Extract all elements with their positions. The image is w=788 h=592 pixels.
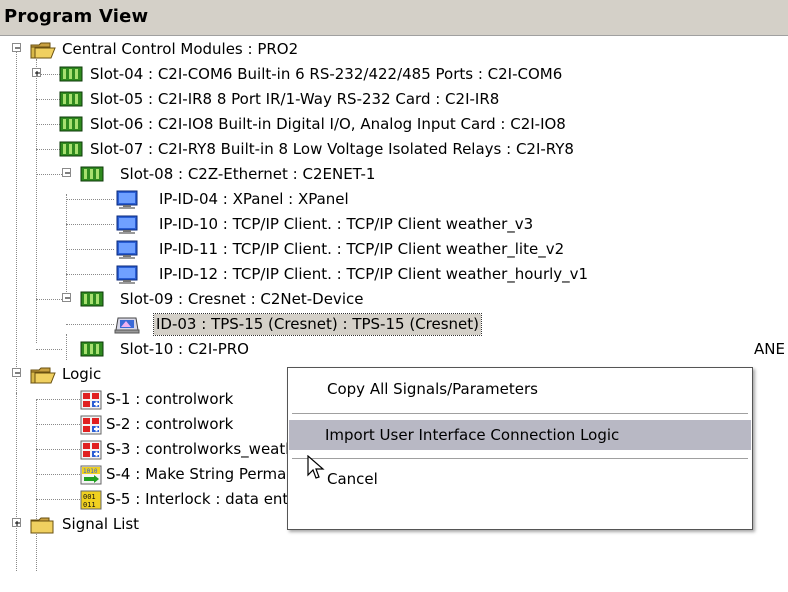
tree-node-ip-id-11[interactable]: IP-ID-11 : TCP/IP Client. : TCP/IP Clien… [0,237,788,262]
tree-node-label: Slot-07 : C2I-RY8 Built-in 8 Low Voltage… [90,140,574,158]
tree-node-label-overflow: ANE [754,340,785,358]
tree-node-label: Slot-10 : C2I-PRO [120,340,249,358]
tree-node-slot-10[interactable]: Slot-10 : C2I-PRO ANE [0,337,788,362]
card-module-icon [59,91,83,107]
tree-node-label: IP-ID-12 : TCP/IP Client. : TCP/IP Clien… [159,265,589,283]
tree-connector [36,499,80,500]
module-symbol-icon [80,390,102,410]
tree-node-label: S-2 : controlwork [106,415,234,433]
tree-node-slot-07[interactable]: Slot-07 : C2I-RY8 Built-in 8 Low Voltage… [0,137,788,162]
monitor-icon [116,265,138,284]
tree-node-slot-04[interactable]: Slot-04 : C2I-COM6 Built-in 6 RS-232/422… [0,62,788,87]
expand-icon[interactable] [32,68,41,77]
collapse-icon[interactable] [62,293,71,302]
tree-node-label: Central Control Modules : PRO2 [62,40,299,58]
svg-text:011: 011 [83,501,96,509]
interlock-symbol-icon: 001 011 [80,490,102,510]
tree-connector [66,249,114,250]
module-symbol-icon [80,440,102,460]
tree-node-label: Slot-06 : C2I-IO8 Built-in Digital I/O, … [90,115,566,133]
tree-node-label: Logic [62,365,102,383]
tree-connector [36,424,80,425]
tree-node-label: ID-03 : TPS-15 (Cresnet) : TPS-15 (Cresn… [153,313,482,336]
module-symbol-icon [80,415,102,435]
tree-connector [36,174,62,175]
tree-node-ip-id-04[interactable]: IP-ID-04 : XPanel : XPanel [0,187,788,212]
menu-item-cancel[interactable]: Cancel [289,464,751,494]
svg-text:1010: 1010 [83,468,98,475]
monitor-icon [116,190,138,209]
tree-node-label: Slot-09 : Cresnet : C2Net-Device [120,290,364,308]
tree-node-label: IP-ID-11 : TCP/IP Client. : TCP/IP Clien… [159,240,565,258]
tree-connector [66,199,114,200]
panel-title: Program View [4,6,149,27]
tree-node-label: Slot-04 : C2I-COM6 Built-in 6 RS-232/422… [90,65,563,83]
mouse-cursor-icon [307,455,325,479]
card-module-icon [80,166,104,182]
collapse-icon[interactable] [12,43,21,52]
monitor-icon [116,240,138,259]
tree-node-label: Slot-05 : C2I-IR8 8 Port IR/1-Way RS-232… [90,90,500,108]
collapse-icon[interactable] [12,368,21,377]
tree-connector [36,349,62,350]
card-module-icon [59,66,83,82]
menu-item-label: Copy All Signals/Parameters [327,380,538,398]
folder-icon [30,517,54,534]
touchpanel-icon [114,317,140,334]
monitor-icon [116,215,138,234]
tree-node-ip-id-10[interactable]: IP-ID-10 : TCP/IP Client. : TCP/IP Clien… [0,212,788,237]
card-module-icon [59,116,83,132]
tree-connector [36,449,80,450]
tree-connector [36,474,80,475]
tree-node-slot-09[interactable]: Slot-09 : Cresnet : C2Net-Device [0,287,788,312]
open-folder-icon [30,367,56,384]
tree-node-label: S-1 : controlwork [106,390,234,408]
tree-node-slot-08[interactable]: Slot-08 : C2Z-Ethernet : C2ENET-1 [0,162,788,187]
panel-header: Program View [0,0,788,36]
tree-node-ip-id-12[interactable]: IP-ID-12 : TCP/IP Client. : TCP/IP Clien… [0,262,788,287]
tree-node-label: Signal List [62,515,140,533]
card-module-icon [59,141,83,157]
card-module-icon [80,291,104,307]
collapse-icon[interactable] [62,168,71,177]
tree-node-label: Slot-08 : C2Z-Ethernet : C2ENET-1 [120,165,376,183]
tree-node-label: IP-ID-04 : XPanel : XPanel [159,190,349,208]
string-symbol-icon: 1010 [80,465,102,485]
menu-separator [292,458,748,460]
svg-text:001: 001 [83,493,96,501]
tree-node-central-control-modules[interactable]: Central Control Modules : PRO2 [0,37,788,62]
tree-connector [66,324,114,325]
tree-connector [36,299,62,300]
tree-connector [66,224,114,225]
menu-item-copy-all-signals[interactable]: Copy All Signals/Parameters [289,374,751,404]
menu-item-label: Cancel [327,470,378,488]
tree-node-slot-06[interactable]: Slot-06 : C2I-IO8 Built-in Digital I/O, … [0,112,788,137]
menu-separator [292,413,748,415]
context-menu: Copy All Signals/Parameters Import User … [287,367,753,530]
tree-node-id-03[interactable]: ID-03 : TPS-15 (Cresnet) : TPS-15 (Cresn… [0,312,788,337]
tree-connector [66,274,114,275]
open-folder-icon [30,42,56,59]
expand-icon[interactable] [12,518,21,527]
menu-item-label: Import User Interface Connection Logic [325,426,620,444]
card-module-icon [80,341,104,357]
menu-item-import-ui-connection-logic[interactable]: Import User Interface Connection Logic [289,420,751,450]
tree-connector [36,399,80,400]
tree-node-slot-05[interactable]: Slot-05 : C2I-IR8 8 Port IR/1-Way RS-232… [0,87,788,112]
tree-node-label: IP-ID-10 : TCP/IP Client. : TCP/IP Clien… [159,215,534,233]
